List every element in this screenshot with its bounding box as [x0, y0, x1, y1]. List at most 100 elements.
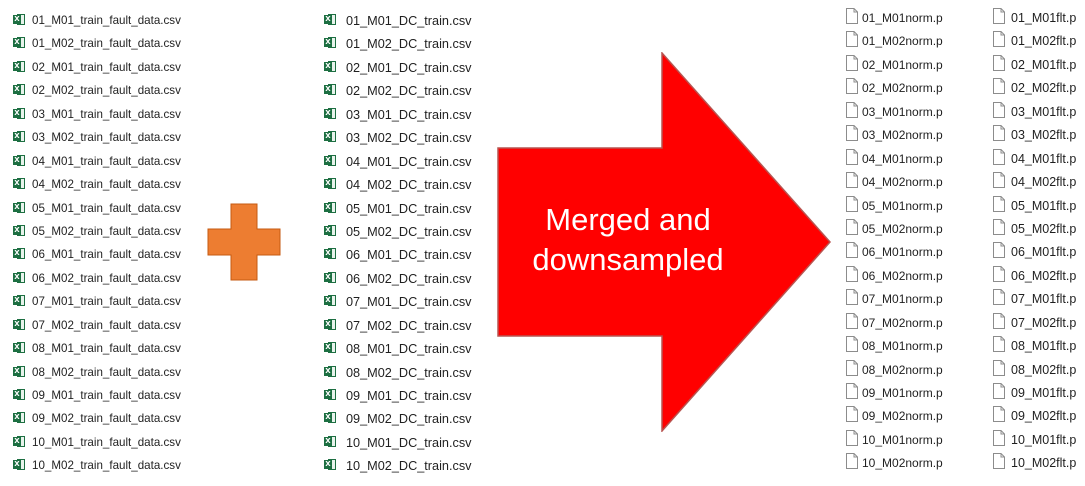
excel-icon: X — [324, 318, 337, 331]
file-icon — [846, 54, 858, 71]
file-name: 02_M01norm.p — [862, 57, 943, 72]
file-name: 08_M02flt.p — [1011, 362, 1077, 377]
excel-icon: X — [324, 36, 337, 49]
file-icon — [846, 31, 858, 48]
file-name: 04_M02flt.p — [1011, 175, 1077, 190]
file-icon — [993, 359, 1005, 376]
excel-icon: X — [324, 13, 337, 26]
excel-icon: X — [13, 411, 26, 424]
arrow-label: Merged and downsampled — [500, 200, 756, 280]
file-icon — [846, 336, 858, 353]
excel-icon: X — [324, 130, 337, 143]
file-name: 05_M02norm.p — [862, 221, 943, 236]
excel-icon: X — [13, 247, 26, 260]
file-name: 05_M01norm.p — [862, 198, 943, 213]
file-icon — [993, 336, 1005, 353]
file-name: 03_M01_train_fault_data.csv — [32, 107, 181, 121]
file-name: 02_M01_DC_train.csv — [346, 60, 472, 75]
file-icon — [846, 359, 858, 376]
excel-icon: X — [13, 365, 26, 378]
file-name: 02_M02flt.p — [1011, 81, 1077, 96]
file-name: 07_M02_train_fault_data.csv — [32, 318, 181, 332]
file-name: 06_M01_train_fault_data.csv — [32, 248, 181, 262]
file-name: 07_M01_DC_train.csv — [346, 295, 472, 310]
excel-icon: X — [13, 130, 26, 143]
file-name: 07_M02_DC_train.csv — [346, 318, 472, 333]
file-name: 06_M02_DC_train.csv — [346, 271, 472, 286]
file-name: 06_M02flt.p — [1011, 268, 1077, 283]
file-icon — [993, 31, 1005, 48]
file-icon — [993, 453, 1005, 470]
excel-icon: X — [324, 388, 337, 401]
file-name: 02_M01flt.p — [1011, 57, 1077, 72]
file-icon — [993, 218, 1005, 235]
file-name: 07_M01norm.p — [862, 292, 943, 307]
file-icon — [993, 148, 1005, 165]
excel-icon: X — [324, 294, 337, 307]
excel-icon: X — [324, 435, 337, 448]
file-name: 01_M01norm.p — [862, 11, 943, 25]
file-name: 03_M01_DC_train.csv — [346, 107, 472, 122]
excel-icon: X — [13, 435, 26, 448]
file-name: 04_M02_train_fault_data.csv — [32, 178, 181, 192]
file-name: 08_M02norm.p — [862, 362, 943, 377]
file-icon — [846, 453, 858, 470]
file-icon — [846, 101, 858, 118]
file-name: 06_M02_train_fault_data.csv — [32, 271, 181, 285]
file-name: 01_M02_train_fault_data.csv — [32, 37, 181, 51]
file-name: 04_M01_train_fault_data.csv — [32, 154, 181, 168]
file-name: 04_M02_DC_train.csv — [346, 178, 472, 193]
file-name: 08_M01flt.p — [1011, 339, 1077, 354]
excel-icon: X — [13, 271, 26, 284]
file-icon — [846, 148, 858, 165]
file-icon — [846, 312, 858, 329]
file-name: 01_M02flt.p — [1011, 34, 1077, 49]
file-icon — [846, 218, 858, 235]
file-name: 08_M02_train_fault_data.csv — [32, 365, 181, 379]
excel-icon: X — [13, 13, 26, 26]
file-name: 09_M02_train_fault_data.csv — [32, 412, 181, 426]
file-name: 06_M01_DC_train.csv — [346, 248, 472, 263]
file-icon — [846, 383, 858, 399]
file-name: 06_M02norm.p — [862, 268, 943, 283]
excel-icon: X — [13, 154, 26, 167]
arrow-label-line-2: downsampled — [532, 242, 724, 277]
file-name: 04_M02norm.p — [862, 175, 943, 190]
excel-icon: X — [13, 318, 26, 331]
file-name: 08_M01_train_fault_data.csv — [32, 342, 181, 356]
plus-shape — [207, 203, 281, 281]
file-name: 07_M02flt.p — [1011, 315, 1077, 330]
file-name: 08_M01norm.p — [862, 339, 943, 354]
file-icon — [846, 265, 858, 282]
file-icon — [846, 172, 858, 189]
file-name: 10_M02flt.p — [1011, 456, 1077, 471]
file-name: 03_M02_DC_train.csv — [346, 131, 472, 146]
excel-icon: X — [13, 458, 26, 471]
file-name: 09_M02norm.p — [862, 409, 943, 424]
excel-icon: X — [324, 365, 337, 378]
excel-icon: X — [324, 341, 337, 354]
file-icon — [993, 195, 1005, 212]
excel-icon: X — [324, 458, 337, 471]
file-name: 05_M01flt.p — [1011, 198, 1077, 213]
file-name: 03_M02norm.p — [862, 128, 943, 143]
excel-icon: X — [13, 388, 26, 401]
file-icon — [846, 242, 858, 259]
excel-icon: X — [324, 271, 337, 284]
file-icon — [993, 289, 1005, 306]
file-icon — [993, 54, 1005, 71]
file-icon — [846, 406, 858, 423]
file-name: 09_M01flt.p — [1011, 386, 1077, 400]
file-icon — [993, 101, 1005, 118]
excel-icon: X — [13, 36, 26, 49]
excel-icon: X — [13, 83, 26, 96]
file-name: 01_M02_DC_train.csv — [346, 37, 472, 52]
file-icon — [993, 78, 1005, 95]
file-name: 02_M02_DC_train.csv — [346, 84, 472, 99]
file-name: 08_M01_DC_train.csv — [346, 342, 472, 357]
file-name: 05_M02_DC_train.csv — [346, 224, 472, 239]
file-name: 09_M01_DC_train.csv — [346, 389, 472, 403]
file-icon — [993, 312, 1005, 329]
file-name: 10_M02_train_fault_data.csv — [32, 459, 181, 473]
excel-icon: X — [324, 107, 337, 120]
